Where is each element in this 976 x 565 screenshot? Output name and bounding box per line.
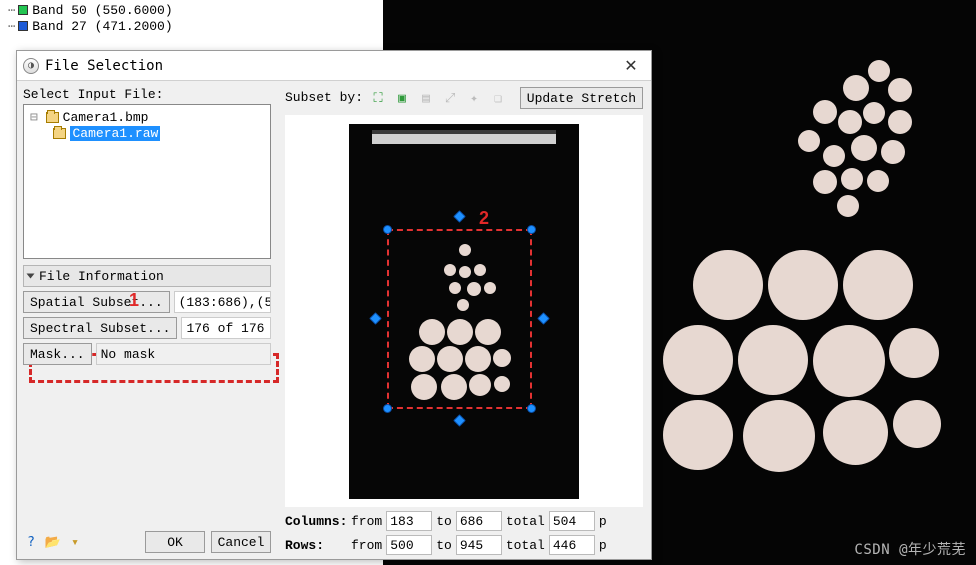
mask-value: No mask [96, 343, 271, 365]
file-info-label: File Information [39, 269, 164, 284]
file-icon [46, 112, 59, 123]
crop-icon[interactable]: ⛶ [369, 89, 387, 107]
band-list: ⋯ Band 50 (550.6000) ⋯ Band 27 (471.2000… [8, 2, 173, 34]
band-label: Band 50 (550.6000) [32, 3, 172, 18]
close-icon[interactable]: ✕ [617, 56, 645, 76]
handle-l[interactable] [369, 312, 382, 325]
handle-r[interactable] [537, 312, 550, 325]
file-selection-dialog: ◑ File Selection ✕ Select Input File: ⊟ … [16, 50, 652, 560]
unit-label: p [599, 538, 607, 553]
file-name: Camera1.raw [70, 126, 160, 141]
update-stretch-button[interactable]: Update Stretch [520, 87, 643, 109]
columns-row: Columns: from 183 to 686 total 504 p [285, 511, 643, 531]
file-tree[interactable]: ⊟ Camera1.bmp Camera1.raw [23, 104, 271, 259]
app-icon: ◑ [23, 58, 39, 74]
spatial-subset-button[interactable]: Spatial Subset... [23, 291, 170, 313]
band-item[interactable]: ⋯ Band 50 (550.6000) [8, 2, 173, 18]
band-color-chip [18, 21, 28, 31]
select-icon[interactable]: ▣ [393, 89, 411, 107]
preview-area[interactable]: 2 [285, 115, 643, 507]
spectral-subset-button[interactable]: Spectral Subset... [23, 317, 177, 339]
handle-tl[interactable] [383, 225, 392, 234]
file-information-header[interactable]: File Information [23, 265, 271, 287]
handle-br[interactable] [527, 404, 536, 413]
rows-from-field[interactable]: 500 [386, 535, 432, 555]
columns-from-field[interactable]: 183 [386, 511, 432, 531]
dropdown-icon[interactable]: ▾ [67, 534, 83, 550]
rows-row: Rows: from 500 to 945 total 446 p [285, 535, 643, 555]
image-icon[interactable]: ▤ [417, 89, 435, 107]
handle-t[interactable] [453, 210, 466, 223]
file-item[interactable]: ⊟ Camera1.bmp [30, 109, 264, 125]
total-label: total [506, 514, 545, 529]
help-icon[interactable]: ? [23, 534, 39, 550]
annotation-2: 2 [479, 208, 489, 229]
dialog-titlebar[interactable]: ◑ File Selection ✕ [17, 51, 651, 81]
from-label: from [351, 514, 382, 529]
layer-icon[interactable]: ❏ [489, 89, 507, 107]
roi-icon[interactable]: ✦ [465, 89, 483, 107]
columns-label: Columns: [285, 514, 347, 529]
watermark: CSDN @年少荒芜 [854, 539, 966, 559]
mask-button[interactable]: Mask... [23, 343, 92, 365]
subset-tool-icons: ⛶ ▣ ▤ ⤢ ✦ ❏ [369, 89, 507, 107]
left-pane: Select Input File: ⊟ Camera1.bmp Camera1… [17, 81, 277, 559]
handle-bl[interactable] [383, 404, 392, 413]
dialog-title: File Selection [45, 58, 617, 74]
rows-total-field[interactable]: 446 [549, 535, 595, 555]
file-name: Camera1.bmp [63, 110, 149, 125]
cancel-button[interactable]: Cancel [211, 531, 271, 553]
file-icon [53, 128, 66, 139]
tree-connector: ⋯ [8, 19, 14, 33]
select-file-label: Select Input File: [23, 87, 271, 102]
band-color-chip [18, 5, 28, 15]
band-item[interactable]: ⋯ Band 27 (471.2000) [8, 18, 173, 34]
ok-button[interactable]: OK [145, 531, 205, 553]
annotation-1: 1 [129, 290, 139, 311]
handle-tr[interactable] [527, 225, 536, 234]
from-label: from [351, 538, 382, 553]
subset-by-label: Subset by: [285, 90, 363, 105]
columns-to-field[interactable]: 686 [456, 511, 502, 531]
total-label: total [506, 538, 545, 553]
to-label: to [436, 538, 452, 553]
file-item-selected[interactable]: Camera1.raw [30, 125, 264, 141]
handle-b[interactable] [453, 414, 466, 427]
tree-connector: ⋯ [8, 3, 14, 17]
rows-to-field[interactable]: 945 [456, 535, 502, 555]
right-pane: Subset by: ⛶ ▣ ▤ ⤢ ✦ ❏ Update Stretch [277, 81, 651, 559]
selection-rect[interactable] [387, 229, 532, 409]
to-label: to [436, 514, 452, 529]
band-label: Band 27 (471.2000) [32, 19, 172, 34]
columns-total-field[interactable]: 504 [549, 511, 595, 531]
chevron-down-icon [27, 274, 35, 279]
rows-label: Rows: [285, 538, 347, 553]
unit-label: p [599, 514, 607, 529]
spectral-subset-value: 176 of 176 [181, 317, 271, 339]
preview-image: 2 [349, 124, 579, 499]
spatial-subset-value: (183:686),(5 [174, 291, 271, 313]
zoom-icon[interactable]: ⤢ [441, 89, 459, 107]
open-icon[interactable]: 📂 [45, 534, 61, 550]
